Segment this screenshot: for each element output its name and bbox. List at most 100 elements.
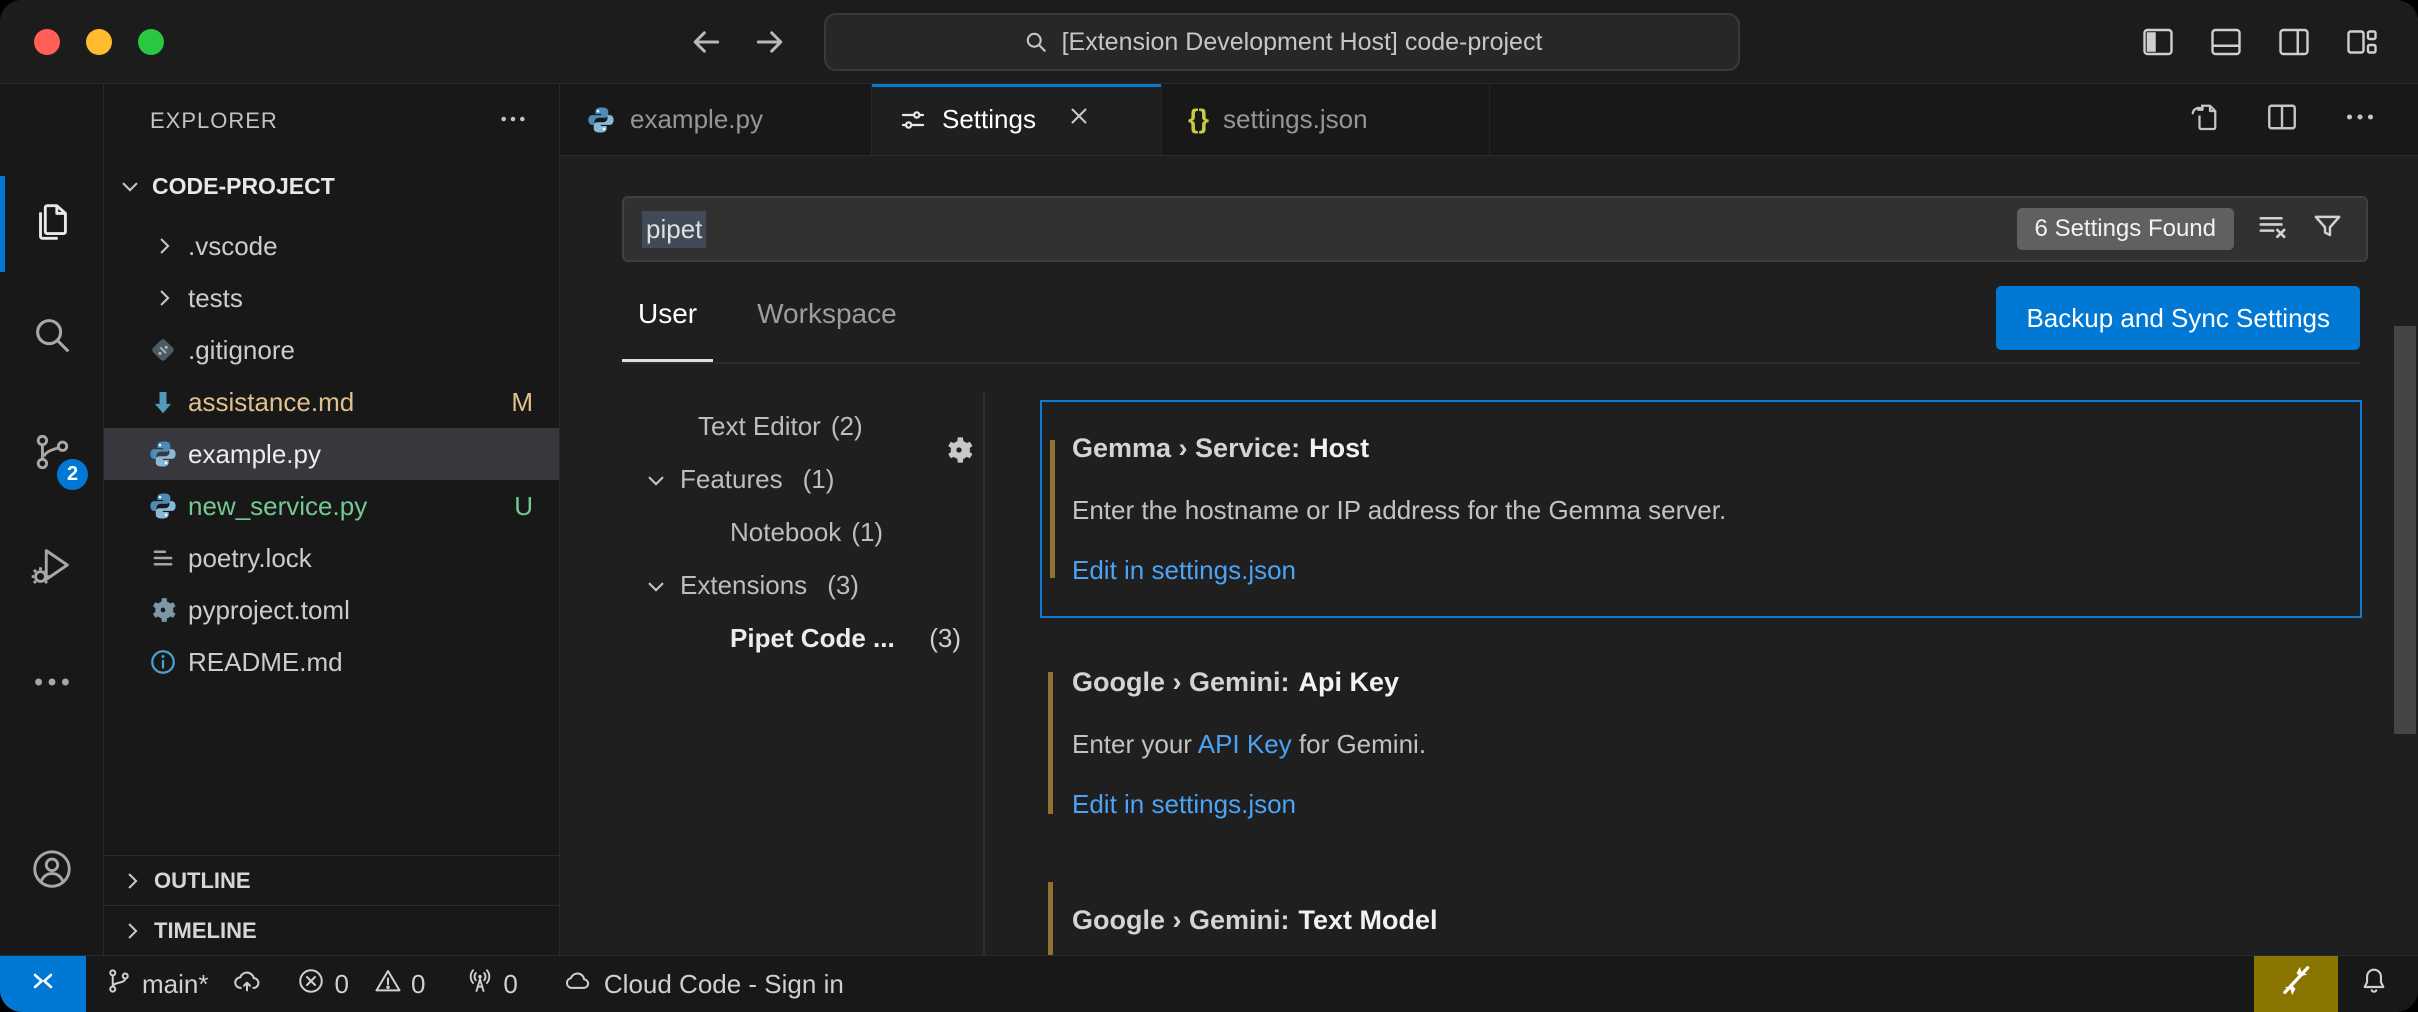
api-key-link[interactable]: API Key — [1198, 729, 1292, 759]
scope-tab-user[interactable]: User — [622, 282, 713, 362]
open-changes-icon[interactable] — [2186, 99, 2222, 140]
toc-label: Pipet Code ... — [730, 623, 895, 654]
minimize-window-button[interactable] — [86, 29, 112, 55]
file-label: new_service.py — [188, 491, 367, 522]
toc-count: (3) — [827, 570, 859, 601]
toc-item-notebook[interactable]: Notebook (1) — [622, 506, 983, 559]
toggle-secondary-sidebar-icon[interactable] — [2276, 24, 2312, 65]
sync-changes-icon[interactable] — [232, 966, 262, 1003]
sidebar-item-poetry-lock[interactable]: poetry.lock — [104, 532, 559, 584]
editor-actions — [2186, 84, 2418, 155]
edit-in-settings-json-link[interactable]: Edit in settings.json — [1072, 552, 2322, 588]
navigate-forward-button[interactable] — [748, 22, 792, 62]
tab-settings[interactable]: Settings — [872, 84, 1162, 155]
sidebar-item-vscode[interactable]: .vscode — [104, 220, 559, 272]
settings-toc: Text Editor (2) Features (1) Notebook (1… — [622, 364, 983, 955]
problems-status-item[interactable]: 0 0 — [296, 966, 425, 1003]
activity-explorer[interactable] — [0, 172, 104, 276]
setting-category: Google › Gemini: — [1072, 667, 1290, 697]
branch-status-item[interactable]: main* — [104, 966, 262, 1003]
error-count: 0 — [334, 969, 348, 1000]
close-window-button[interactable] — [34, 29, 60, 55]
settings-scrollbar[interactable] — [2394, 326, 2416, 734]
close-icon[interactable] — [1066, 103, 1092, 136]
toc-item-extensions[interactable]: Extensions (3) — [622, 559, 983, 612]
ellipsis-icon — [29, 659, 75, 710]
activity-bar: 2 1 — [0, 84, 104, 955]
setting-name: Host — [1309, 433, 1369, 463]
setting-title: Google › Gemini: Api Key — [1072, 664, 2322, 700]
toc-label: Features — [680, 464, 783, 495]
sidebar-item-pyproject-toml[interactable]: pyproject.toml — [104, 584, 559, 636]
command-center-search[interactable]: [Extension Development Host] code-projec… — [824, 13, 1740, 71]
warning-icon — [373, 966, 403, 1003]
cloud-code-status-item[interactable]: Cloud Code - Sign in — [562, 966, 844, 1003]
split-editor-icon[interactable] — [2264, 99, 2300, 140]
activity-more-views[interactable] — [0, 632, 104, 736]
sidebar-item-tests[interactable]: tests — [104, 272, 559, 324]
gemini-spark-status-item[interactable] — [2254, 956, 2338, 1012]
chevron-right-icon — [118, 917, 146, 945]
backup-sync-settings-button[interactable]: Backup and Sync Settings — [1996, 286, 2360, 350]
tab-bar: example.py Settings {} settings.json — [560, 84, 2418, 156]
setting-row-gemma-host[interactable]: Gemma › Service:Host Enter the hostname … — [1040, 400, 2362, 618]
setting-row-gemini-api-key[interactable]: Google › Gemini:Api Key Enter your API K… — [1040, 634, 2362, 852]
file-label: pyproject.toml — [188, 595, 350, 626]
sidebar-title: EXPLORER — [150, 108, 278, 134]
toc-item-text-editor[interactable]: Text Editor (2) — [622, 400, 983, 453]
zoom-window-button[interactable] — [138, 29, 164, 55]
clear-search-icon[interactable] — [2256, 210, 2289, 248]
sidebar-item-example-py[interactable]: example.py — [104, 428, 559, 480]
info-icon — [148, 647, 178, 677]
tab-settings-json[interactable]: {} settings.json — [1162, 84, 1490, 155]
settings-search-input[interactable]: pipet 6 Settings Found — [622, 196, 2368, 262]
git-status-badge: M — [511, 387, 533, 418]
toc-label: Notebook — [730, 517, 841, 548]
git-branch-icon — [104, 966, 134, 1003]
filter-icon[interactable] — [2311, 210, 2344, 248]
file-label: README.md — [188, 647, 343, 678]
toggle-primary-sidebar-icon[interactable] — [2140, 24, 2176, 65]
toc-item-features[interactable]: Features (1) — [622, 453, 983, 506]
tree-root-code-project[interactable]: CODE-PROJECT — [104, 158, 559, 214]
git-status-badge: U — [514, 491, 533, 522]
customize-layout-icon[interactable] — [2344, 24, 2380, 65]
toc-item-pipet-code[interactable]: Pipet Code ... (3) — [622, 612, 983, 665]
sidebar-item-assistance-md[interactable]: assistance.md M — [104, 376, 559, 428]
ports-status-item[interactable]: 0 — [465, 966, 517, 1003]
sidebar-item-new-service-py[interactable]: new_service.py U — [104, 480, 559, 532]
setting-gear-icon[interactable] — [943, 434, 975, 471]
setting-name: Api Key — [1299, 667, 1400, 697]
search-icon — [29, 312, 75, 363]
sidebar-item-gitignore[interactable]: .gitignore — [104, 324, 559, 376]
more-actions-icon[interactable] — [2342, 99, 2378, 140]
timeline-section[interactable]: TIMELINE — [104, 905, 559, 955]
activity-search[interactable] — [0, 285, 104, 389]
toggle-panel-icon[interactable] — [2208, 24, 2244, 65]
sidebar-bottom-sections: OUTLINE TIMELINE — [104, 855, 559, 955]
remote-indicator[interactable] — [0, 956, 86, 1012]
editor-group: example.py Settings {} settings.json — [560, 84, 2418, 955]
file-label: assistance.md — [188, 387, 354, 418]
tab-example-py[interactable]: example.py — [560, 84, 872, 155]
sidebar-item-readme-md[interactable]: README.md — [104, 636, 559, 688]
toc-count: (1) — [803, 464, 835, 495]
activity-accounts[interactable] — [0, 819, 104, 923]
tab-label: example.py — [630, 104, 763, 135]
section-label: TIMELINE — [154, 918, 257, 944]
setting-row-gemini-text-model[interactable]: Google › Gemini:Text Model — [1040, 872, 2362, 955]
modified-indicator — [1048, 882, 1053, 955]
remote-icon — [27, 965, 59, 1004]
scope-tab-workspace[interactable]: Workspace — [741, 282, 913, 362]
navigate-back-button[interactable] — [684, 22, 728, 62]
settings-sliders-icon — [898, 105, 928, 135]
outline-section[interactable]: OUTLINE — [104, 855, 559, 905]
command-center-title: [Extension Development Host] code-projec… — [1062, 28, 1543, 57]
explorer-more-actions-icon[interactable] — [497, 103, 529, 140]
edit-in-settings-json-link[interactable]: Edit in settings.json — [1072, 786, 2322, 822]
activity-source-control[interactable]: 2 — [0, 402, 104, 506]
notifications-bell[interactable] — [2338, 956, 2410, 1012]
toc-label: Text Editor — [698, 411, 821, 442]
modified-indicator — [1050, 440, 1055, 578]
activity-run-debug[interactable] — [0, 515, 104, 619]
